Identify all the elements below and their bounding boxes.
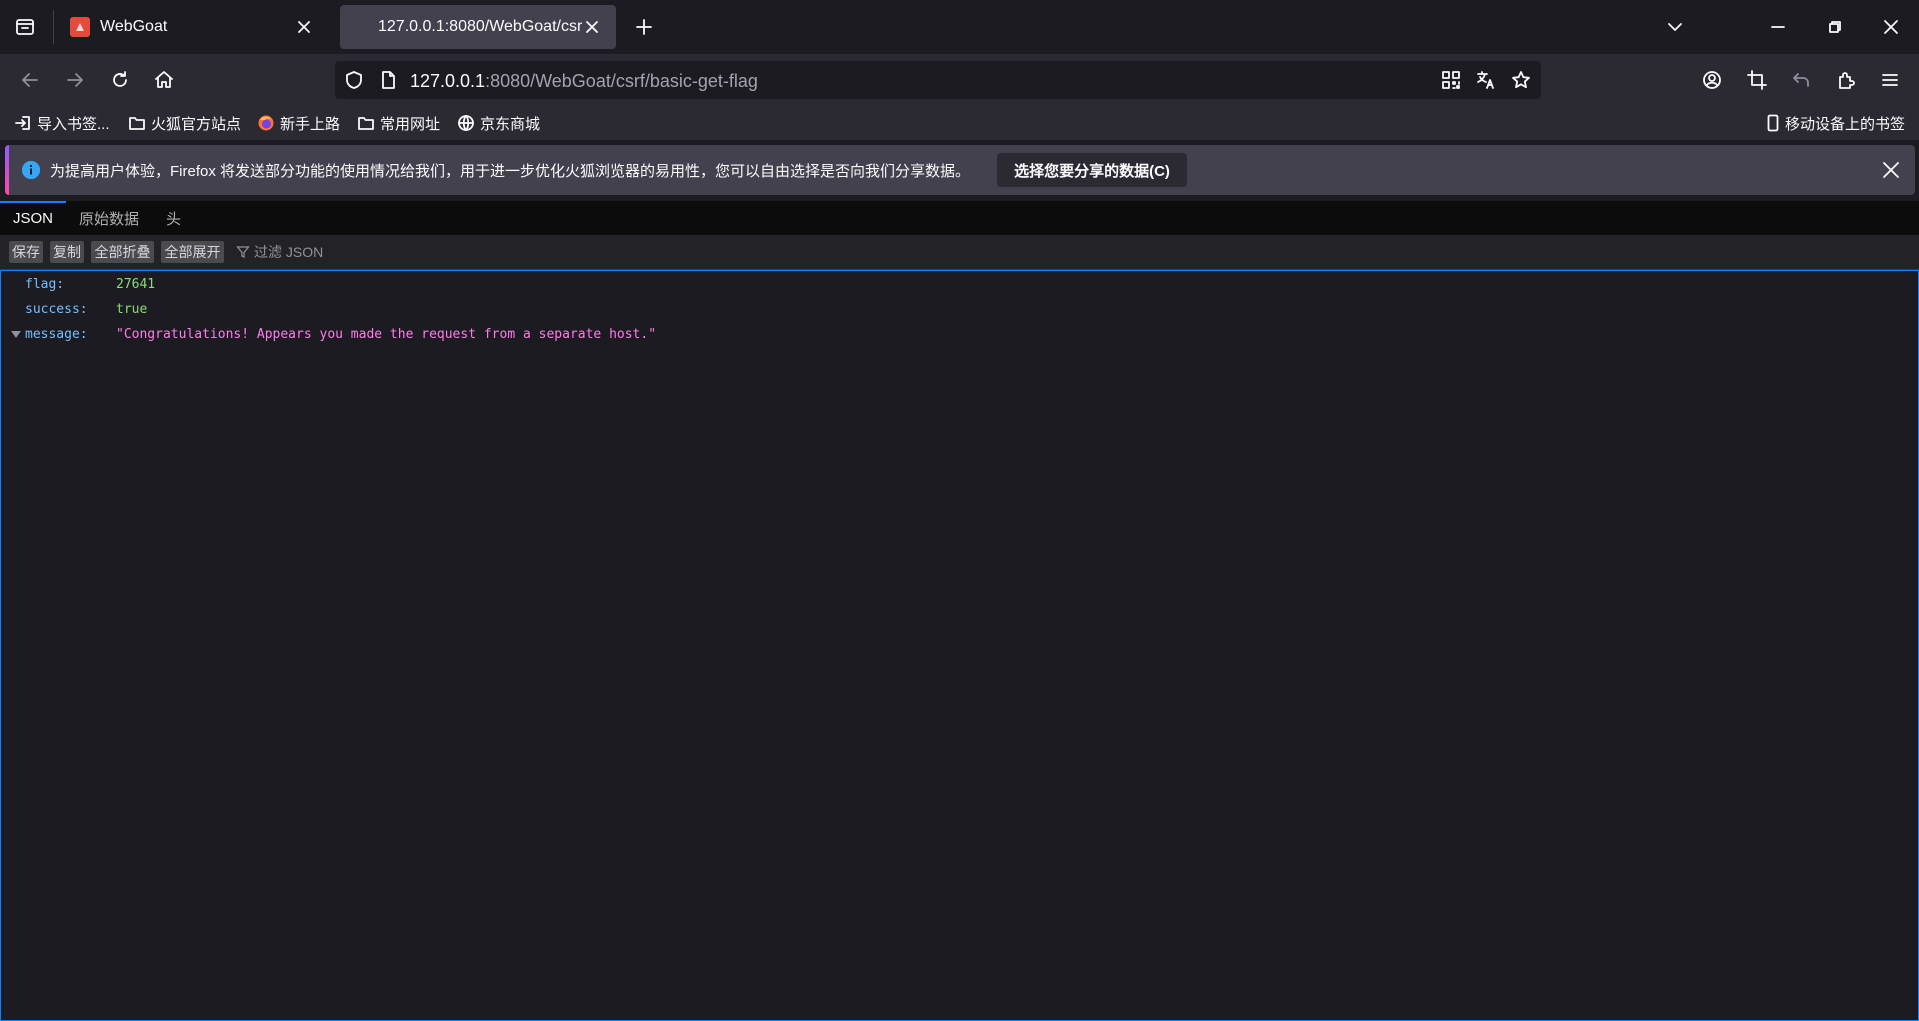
account-icon[interactable] (1696, 64, 1728, 96)
new-tab-icon[interactable] (629, 12, 659, 42)
list-all-tabs-icon[interactable] (1660, 12, 1690, 42)
translate-icon[interactable] (1475, 69, 1497, 91)
filter-placeholder: 过滤 JSON (254, 244, 324, 260)
json-key: message: (25, 326, 88, 342)
tab-raw-data[interactable]: 原始数据 (79, 201, 139, 235)
tab-title: 127.0.0.1:8080/WebGoat/csrf/basic-get-fl… (378, 18, 582, 35)
tab-title: WebGoat (100, 18, 168, 35)
choose-data-button[interactable]: 选择您要分享的数据(C) (997, 153, 1187, 187)
json-value: 27641 (116, 276, 156, 292)
bookmark-label: 火狐官方站点 (151, 115, 242, 133)
json-row-flag[interactable]: flag: 27641 (1, 272, 1901, 296)
bookmark-label: 常用网址 (380, 115, 441, 133)
undo-icon[interactable] (1785, 64, 1817, 96)
bookmark-label: 新手上路 (280, 115, 341, 133)
mobile-bookmarks-label: 移动设备上的书签 (1785, 115, 1906, 133)
bookmark-jd[interactable]: 京东商城 (457, 113, 540, 133)
mobile-bookmarks[interactable]: 移动设备上的书签 (1766, 113, 1905, 133)
close-window-icon[interactable] (1876, 12, 1906, 42)
json-key: success: (25, 301, 88, 317)
bookmark-import[interactable]: 导入书签... (14, 113, 110, 133)
tab-webgoat[interactable]: WebGoat (56, 5, 328, 49)
json-value: true (116, 301, 148, 317)
notification-text: 为提高用户体验，Firefox 将发送部分功能的使用情况给我们，用于进一步优化火… (50, 163, 971, 180)
url-host: 127.0.0.1 (410, 71, 486, 91)
bookmark-label: 导入书签... (37, 115, 110, 133)
expand-all-button[interactable]: 全部展开 (161, 241, 224, 263)
bookmark-firefox-site[interactable]: 火狐官方站点 (128, 113, 241, 133)
firefox-icon (258, 115, 274, 131)
json-tree-panel: flag: 27641 success: true message: "Cong… (0, 270, 1919, 1021)
json-row-message[interactable]: message: "Congratulations! Appears you m… (1, 322, 1901, 346)
info-icon (21, 160, 41, 180)
telemetry-notification-bar: 为提高用户体验，Firefox 将发送部分功能的使用情况给我们，用于进一步优化火… (5, 145, 1915, 195)
url-bar[interactable]: 127.0.0.1:8080/WebGoat/csrf/basic-get-fl… (335, 61, 1541, 99)
folder-icon (358, 117, 374, 130)
folder-icon (129, 117, 145, 130)
json-viewer-tabs: JSON 原始数据 头 (0, 201, 1919, 235)
globe-icon (458, 115, 474, 131)
firefox-view-icon[interactable] (10, 12, 40, 42)
back-icon[interactable] (14, 64, 46, 96)
bookmark-label: 京东商城 (480, 115, 541, 133)
tab-divider (53, 10, 54, 44)
collapse-all-button[interactable]: 全部折叠 (91, 241, 154, 263)
json-viewer-toolbar: 保存 复制 全部折叠 全部展开 过滤 JSON (0, 235, 1919, 270)
screenshot-crop-icon[interactable] (1741, 64, 1773, 96)
shield-icon[interactable] (343, 69, 365, 91)
expand-twisty-icon[interactable] (11, 330, 21, 338)
close-notification-icon[interactable] (1881, 160, 1901, 180)
tab-strip: WebGoat 127.0.0.1:8080/WebGoat/csrf/basi… (0, 0, 1919, 54)
bookmark-getting-started[interactable]: 新手上路 (257, 113, 340, 133)
tab-current[interactable]: 127.0.0.1:8080/WebGoat/csrf/basic-get-fl… (340, 5, 616, 49)
forward-icon[interactable] (59, 64, 91, 96)
home-icon[interactable] (148, 64, 180, 96)
filter-json-input[interactable]: 过滤 JSON (236, 241, 323, 263)
url-text[interactable]: 127.0.0.1:8080/WebGoat/csrf/basic-get-fl… (410, 71, 758, 92)
save-button[interactable]: 保存 (9, 241, 43, 263)
navigation-bar: 127.0.0.1:8080/WebGoat/csrf/basic-get-fl… (0, 54, 1919, 106)
minimize-icon[interactable] (1763, 12, 1793, 42)
mobile-device-icon (1767, 114, 1779, 132)
bookmark-common-sites[interactable]: 常用网址 (357, 113, 440, 133)
bookmark-star-icon[interactable] (1510, 69, 1532, 91)
filter-icon (236, 246, 250, 258)
reload-icon[interactable] (104, 64, 136, 96)
restore-icon[interactable] (1820, 12, 1850, 42)
page-icon[interactable] (377, 69, 399, 91)
menu-icon[interactable] (1874, 64, 1906, 96)
copy-button[interactable]: 复制 (50, 241, 84, 263)
json-row-success[interactable]: success: true (1, 297, 1901, 321)
extensions-icon[interactable] (1830, 64, 1862, 96)
qr-code-icon[interactable] (1440, 69, 1462, 91)
json-value: "Congratulations! Appears you made the r… (116, 326, 657, 342)
bookmarks-toolbar: 导入书签... 火狐官方站点 新手上路 常用网址 京东商城 移动设备上的书签 (0, 106, 1919, 140)
tab-json[interactable]: JSON (0, 201, 67, 235)
close-tab-icon[interactable] (294, 17, 314, 37)
tab-headers[interactable]: 头 (166, 201, 181, 235)
import-icon (15, 116, 30, 130)
close-tab-icon[interactable] (582, 17, 602, 37)
url-path: :8080/WebGoat/csrf/basic-get-flag (485, 71, 758, 91)
json-key: flag: (25, 276, 65, 292)
webgoat-favicon-icon (70, 17, 90, 37)
